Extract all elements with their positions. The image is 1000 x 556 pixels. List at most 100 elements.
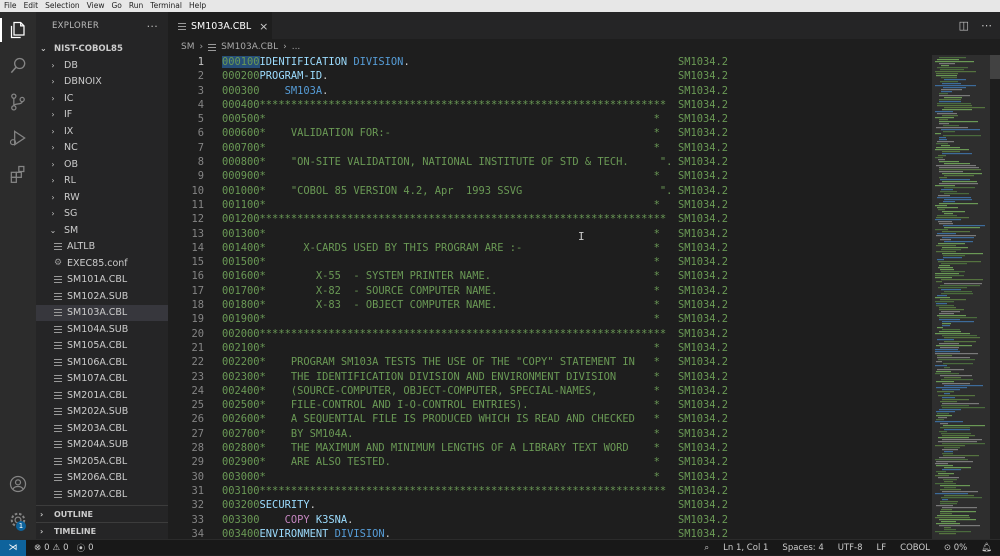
breadcrumb-file[interactable]: SM103A.CBL (221, 42, 278, 52)
code-token: . (309, 499, 316, 512)
menu-edit[interactable]: Edit (20, 0, 42, 12)
ports-status[interactable]: ⦿ 0 (77, 542, 94, 554)
chevron-right-icon: › (51, 209, 55, 219)
chevron-down-icon: ⌄ (49, 225, 57, 235)
menu-file[interactable]: File (0, 0, 20, 12)
menu-view[interactable]: View (83, 0, 108, 12)
breadcrumb-more[interactable]: ... (292, 42, 301, 52)
error-count: 0 (44, 542, 50, 553)
folder-sg[interactable]: › SG (36, 206, 168, 223)
sequence-number: 000800 (222, 156, 260, 169)
folder-ic[interactable]: › IC (36, 90, 168, 107)
file-sm101a-cbl[interactable]: SM101A.CBL (36, 272, 168, 289)
sequence-number: 000200 (222, 70, 260, 83)
more-actions-icon[interactable]: ⋯ (981, 19, 992, 32)
file-sm206a-cbl[interactable]: SM206A.CBL (36, 470, 168, 487)
folder-rl[interactable]: › RL (36, 173, 168, 190)
indentation[interactable]: Spaces: 4 (782, 543, 823, 553)
source-control-activity-button[interactable] (6, 90, 30, 114)
sequence-number: 000300 (222, 84, 260, 97)
code-token: . (322, 84, 329, 97)
file-sm103a-cbl[interactable]: SM103A.CBL (36, 304, 168, 321)
code-token: * ARE ALSO TESTED. * (259, 456, 660, 469)
workspace-root-folder[interactable]: ⌄ NIST-COBOL85 (36, 40, 168, 57)
file-sm102a-sub[interactable]: SM102A.SUB (36, 288, 168, 305)
file-sm107a-cbl[interactable]: SM107A.CBL (36, 371, 168, 388)
folder-if[interactable]: › IF (36, 107, 168, 124)
problems-status[interactable]: ⊗ 0 ⚠ 0 (34, 543, 69, 553)
file-lines-icon (54, 292, 62, 300)
line-number: 4 (197, 98, 204, 111)
bell-icon[interactable]: 🔔︎ (981, 543, 992, 553)
menu-bar: File Edit Selection View Go Run Terminal Help (0, 0, 1000, 12)
minimap[interactable] (932, 55, 1000, 539)
menu-selection[interactable]: Selection (41, 0, 83, 12)
explorer-activity-button[interactable] (0, 18, 36, 42)
copilot-status[interactable]: ⊙ 0% (944, 543, 967, 553)
split-editor-icon[interactable]: ◫ (959, 19, 969, 32)
folder-ix[interactable]: › IX (36, 123, 168, 140)
identification-tag: SM1034.2 (678, 170, 729, 183)
explorer-title: EXPLORER (52, 21, 100, 31)
code-token: . (322, 70, 329, 83)
code-token: * THE IDENTIFICATION DIVISION AND ENVIRO… (259, 370, 660, 383)
chevron-right-icon: › (283, 42, 287, 52)
breadcrumb-folder[interactable]: SM (181, 42, 194, 52)
line-source: 002100* * (222, 341, 660, 355)
folder-dbnoix[interactable]: › DBNOIX (36, 74, 168, 91)
identification-tag: SM1034.2 (678, 413, 729, 426)
file-sm104a-sub[interactable]: SM104A.SUB (36, 321, 168, 338)
menu-terminal[interactable]: Terminal (146, 0, 185, 12)
manage-activity-button[interactable]: 1 (6, 508, 30, 532)
tab-sm103a[interactable]: SM103A.CBL × (168, 12, 272, 39)
chevron-down-icon: ⌄ (40, 44, 47, 53)
vertical-scrollbar[interactable] (990, 55, 1000, 79)
menu-run[interactable]: Run (125, 0, 146, 12)
folder-nc[interactable]: › NC (36, 140, 168, 157)
zoom-icon[interactable]: ⌕ (704, 543, 709, 553)
sequence-number: 001400 (222, 241, 260, 254)
file-sm204a-sub[interactable]: SM204A.SUB (36, 437, 168, 454)
file-exec85-conf[interactable]: ⚙ EXEC85.conf (36, 255, 168, 272)
extensions-activity-button[interactable] (6, 162, 30, 186)
cursor-position[interactable]: Ln 1, Col 1 (723, 543, 768, 553)
close-icon[interactable]: × (259, 20, 268, 33)
file-sm207a-cbl[interactable]: SM207A.CBL (36, 486, 168, 503)
identification-tag: SM1034.2 (678, 56, 729, 68)
file-sm105a-cbl[interactable]: SM105A.CBL (36, 338, 168, 355)
menu-help[interactable]: Help (185, 0, 209, 12)
identification-tag: SM1034.2 (678, 427, 729, 440)
search-activity-button[interactable] (6, 54, 30, 78)
folder-label: RW (64, 191, 80, 203)
identification-tag: SM1034.2 (678, 270, 729, 283)
file-sm106a-cbl[interactable]: SM106A.CBL (36, 354, 168, 371)
file-label: SM203A.CBL (67, 422, 128, 434)
sequence-number: 001600 (222, 270, 260, 283)
file-sm201a-cbl[interactable]: SM201A.CBL (36, 387, 168, 404)
file-sm205a-cbl[interactable]: SM205A.CBL (36, 453, 168, 470)
encoding[interactable]: UTF-8 (838, 543, 863, 553)
sequence-number: 003300 (222, 513, 260, 526)
remote-indicator[interactable]: ⋊ (0, 539, 26, 556)
end-of-line[interactable]: LF (877, 543, 887, 553)
code-line: 32 003200SECURITY. SM1034.2 (168, 498, 932, 512)
file-altlb[interactable]: ALTLB (36, 239, 168, 256)
file-sm202a-sub[interactable]: SM202A.SUB (36, 404, 168, 421)
folder-sm[interactable]: ⌄ SM (36, 222, 168, 239)
accounts-activity-button[interactable] (6, 472, 30, 496)
code-editor[interactable]: I 1 000100IDENTIFICATION DIVISION. SM1034.… (168, 55, 932, 539)
menu-go[interactable]: Go (107, 0, 124, 12)
folder-ob[interactable]: › OB (36, 156, 168, 173)
explorer-more-button[interactable]: ··· (147, 20, 158, 33)
file-sm203a-cbl[interactable]: SM203A.CBL (36, 420, 168, 437)
folder-db[interactable]: › DB (36, 57, 168, 74)
timeline-section[interactable]: › TIMELINE (36, 522, 168, 539)
run-debug-activity-button[interactable] (6, 126, 30, 150)
chevron-right-icon: › (51, 93, 55, 103)
folder-rw[interactable]: › RW (36, 189, 168, 206)
folder-label: SM (64, 224, 79, 236)
sequence-number: 002800 (222, 442, 260, 455)
identification-tag: SM1034.2 (678, 284, 729, 297)
language-mode[interactable]: COBOL (900, 543, 930, 553)
outline-section[interactable]: › OUTLINE (36, 505, 168, 522)
